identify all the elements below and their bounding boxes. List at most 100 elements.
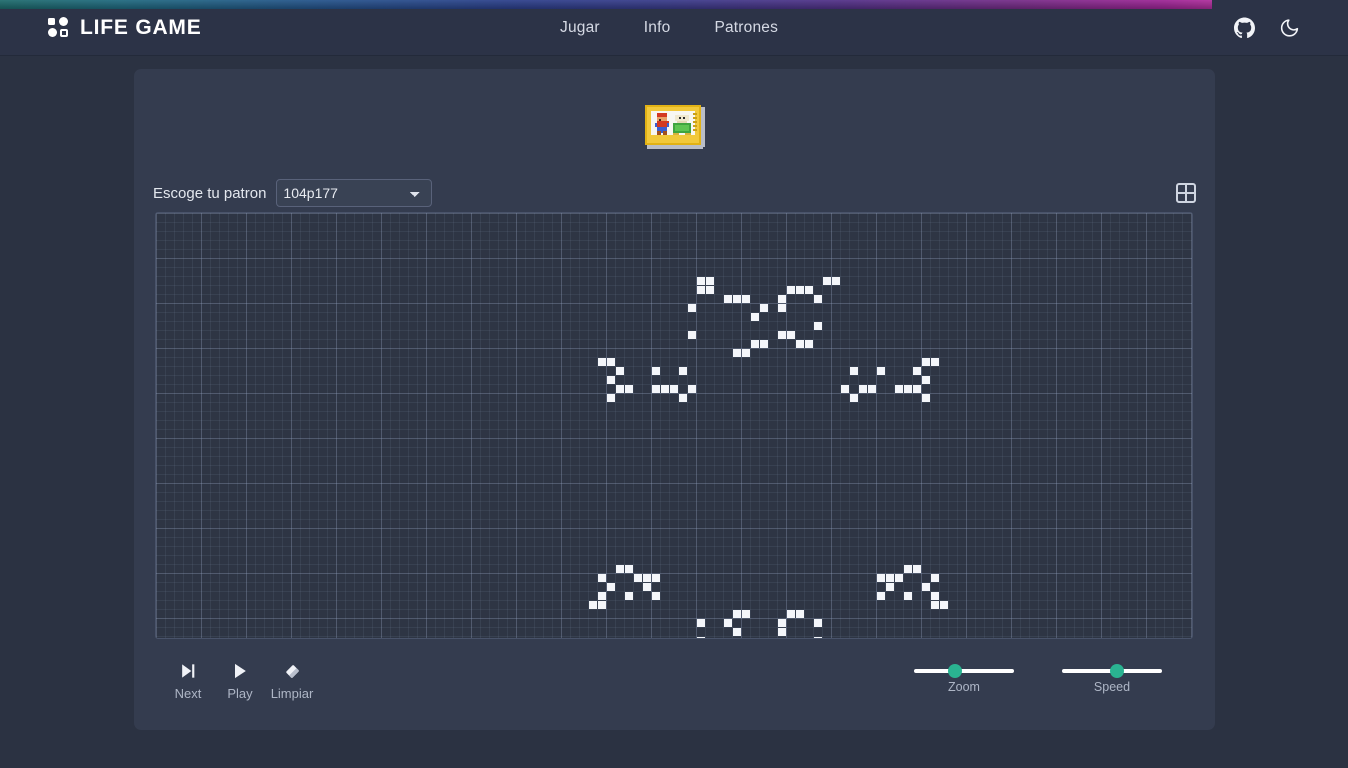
live-cell[interactable] — [940, 601, 948, 609]
live-cell[interactable] — [778, 619, 786, 627]
live-cell[interactable] — [805, 340, 813, 348]
live-cell[interactable] — [679, 367, 687, 375]
live-cell[interactable] — [625, 592, 633, 600]
grid-toggle-icon[interactable] — [1176, 183, 1196, 203]
live-cell[interactable] — [616, 385, 624, 393]
live-cell[interactable] — [616, 565, 624, 573]
live-cell[interactable] — [913, 565, 921, 573]
live-cell[interactable] — [598, 601, 606, 609]
live-cell[interactable] — [931, 592, 939, 600]
live-cell[interactable] — [697, 637, 705, 638]
live-cell[interactable] — [796, 286, 804, 294]
live-cell[interactable] — [733, 349, 741, 357]
live-cell[interactable] — [931, 574, 939, 582]
live-cell[interactable] — [733, 295, 741, 303]
live-cell[interactable] — [787, 286, 795, 294]
live-cell[interactable] — [760, 340, 768, 348]
live-cell[interactable] — [688, 304, 696, 312]
live-cell[interactable] — [742, 610, 750, 618]
live-cell[interactable] — [625, 565, 633, 573]
live-cell[interactable] — [877, 367, 885, 375]
live-cell[interactable] — [850, 367, 858, 375]
live-cell[interactable] — [922, 358, 930, 366]
live-cell[interactable] — [625, 385, 633, 393]
live-cell[interactable] — [787, 331, 795, 339]
live-cell[interactable] — [886, 583, 894, 591]
live-cell[interactable] — [904, 565, 912, 573]
live-cell[interactable] — [643, 574, 651, 582]
live-cell[interactable] — [733, 610, 741, 618]
live-cell[interactable] — [868, 385, 876, 393]
live-cell[interactable] — [688, 331, 696, 339]
live-cell[interactable] — [616, 367, 624, 375]
live-cell[interactable] — [733, 628, 741, 636]
clear-button[interactable]: Limpiar — [268, 659, 316, 703]
live-cell[interactable] — [652, 385, 660, 393]
live-cell[interactable] — [670, 385, 678, 393]
live-cell[interactable] — [652, 367, 660, 375]
live-cell[interactable] — [832, 277, 840, 285]
live-cell[interactable] — [904, 385, 912, 393]
live-cell[interactable] — [760, 304, 768, 312]
live-cell[interactable] — [814, 295, 822, 303]
live-cell[interactable] — [697, 619, 705, 627]
live-cell[interactable] — [895, 574, 903, 582]
play-button[interactable]: Play — [216, 659, 264, 703]
pattern-select[interactable]: 104p177 — [276, 179, 433, 207]
live-cell[interactable] — [796, 610, 804, 618]
live-cell[interactable] — [814, 637, 822, 638]
live-cell[interactable] — [778, 295, 786, 303]
zoom-slider[interactable] — [914, 668, 1014, 673]
live-cell[interactable] — [877, 574, 885, 582]
live-cell[interactable] — [724, 295, 732, 303]
live-cell[interactable] — [877, 592, 885, 600]
live-cell[interactable] — [895, 385, 903, 393]
live-cell[interactable] — [922, 394, 930, 402]
live-cell[interactable] — [697, 286, 705, 294]
live-cell[interactable] — [814, 619, 822, 627]
live-cell[interactable] — [652, 574, 660, 582]
live-cell[interactable] — [931, 601, 939, 609]
live-cell[interactable] — [661, 385, 669, 393]
live-cell[interactable] — [688, 385, 696, 393]
live-cell[interactable] — [904, 592, 912, 600]
live-cell[interactable] — [751, 313, 759, 321]
live-cell[interactable] — [814, 322, 822, 330]
live-cell[interactable] — [607, 583, 615, 591]
live-cell[interactable] — [742, 349, 750, 357]
live-cell[interactable] — [850, 394, 858, 402]
live-cell[interactable] — [751, 340, 759, 348]
live-cell[interactable] — [796, 340, 804, 348]
live-cell[interactable] — [841, 385, 849, 393]
brand-logo[interactable]: LIFE GAME — [48, 16, 202, 40]
github-icon[interactable] — [1234, 17, 1255, 38]
live-cell[interactable] — [643, 583, 651, 591]
live-cell[interactable] — [805, 286, 813, 294]
nav-link-patrones[interactable]: Patrones — [714, 19, 778, 37]
live-cell[interactable] — [607, 394, 615, 402]
live-cell[interactable] — [787, 610, 795, 618]
live-cell[interactable] — [706, 286, 714, 294]
live-cell[interactable] — [697, 277, 705, 285]
live-cell[interactable] — [598, 574, 606, 582]
live-cell[interactable] — [589, 601, 597, 609]
nav-link-info[interactable]: Info — [644, 19, 671, 37]
live-cell[interactable] — [913, 367, 921, 375]
next-button[interactable]: Next — [164, 659, 212, 703]
live-cell[interactable] — [778, 304, 786, 312]
live-cell[interactable] — [778, 331, 786, 339]
nav-link-jugar[interactable]: Jugar — [560, 19, 600, 37]
live-cell[interactable] — [886, 574, 894, 582]
live-cell[interactable] — [823, 277, 831, 285]
live-cell[interactable] — [706, 277, 714, 285]
live-cell[interactable] — [634, 574, 642, 582]
live-cell[interactable] — [607, 376, 615, 384]
live-cell[interactable] — [778, 628, 786, 636]
live-cell[interactable] — [724, 619, 732, 627]
live-cell[interactable] — [598, 592, 606, 600]
speed-slider[interactable] — [1062, 668, 1162, 673]
live-cell[interactable] — [607, 358, 615, 366]
live-cell[interactable] — [922, 583, 930, 591]
life-board[interactable] — [155, 212, 1193, 639]
live-cell[interactable] — [859, 385, 867, 393]
